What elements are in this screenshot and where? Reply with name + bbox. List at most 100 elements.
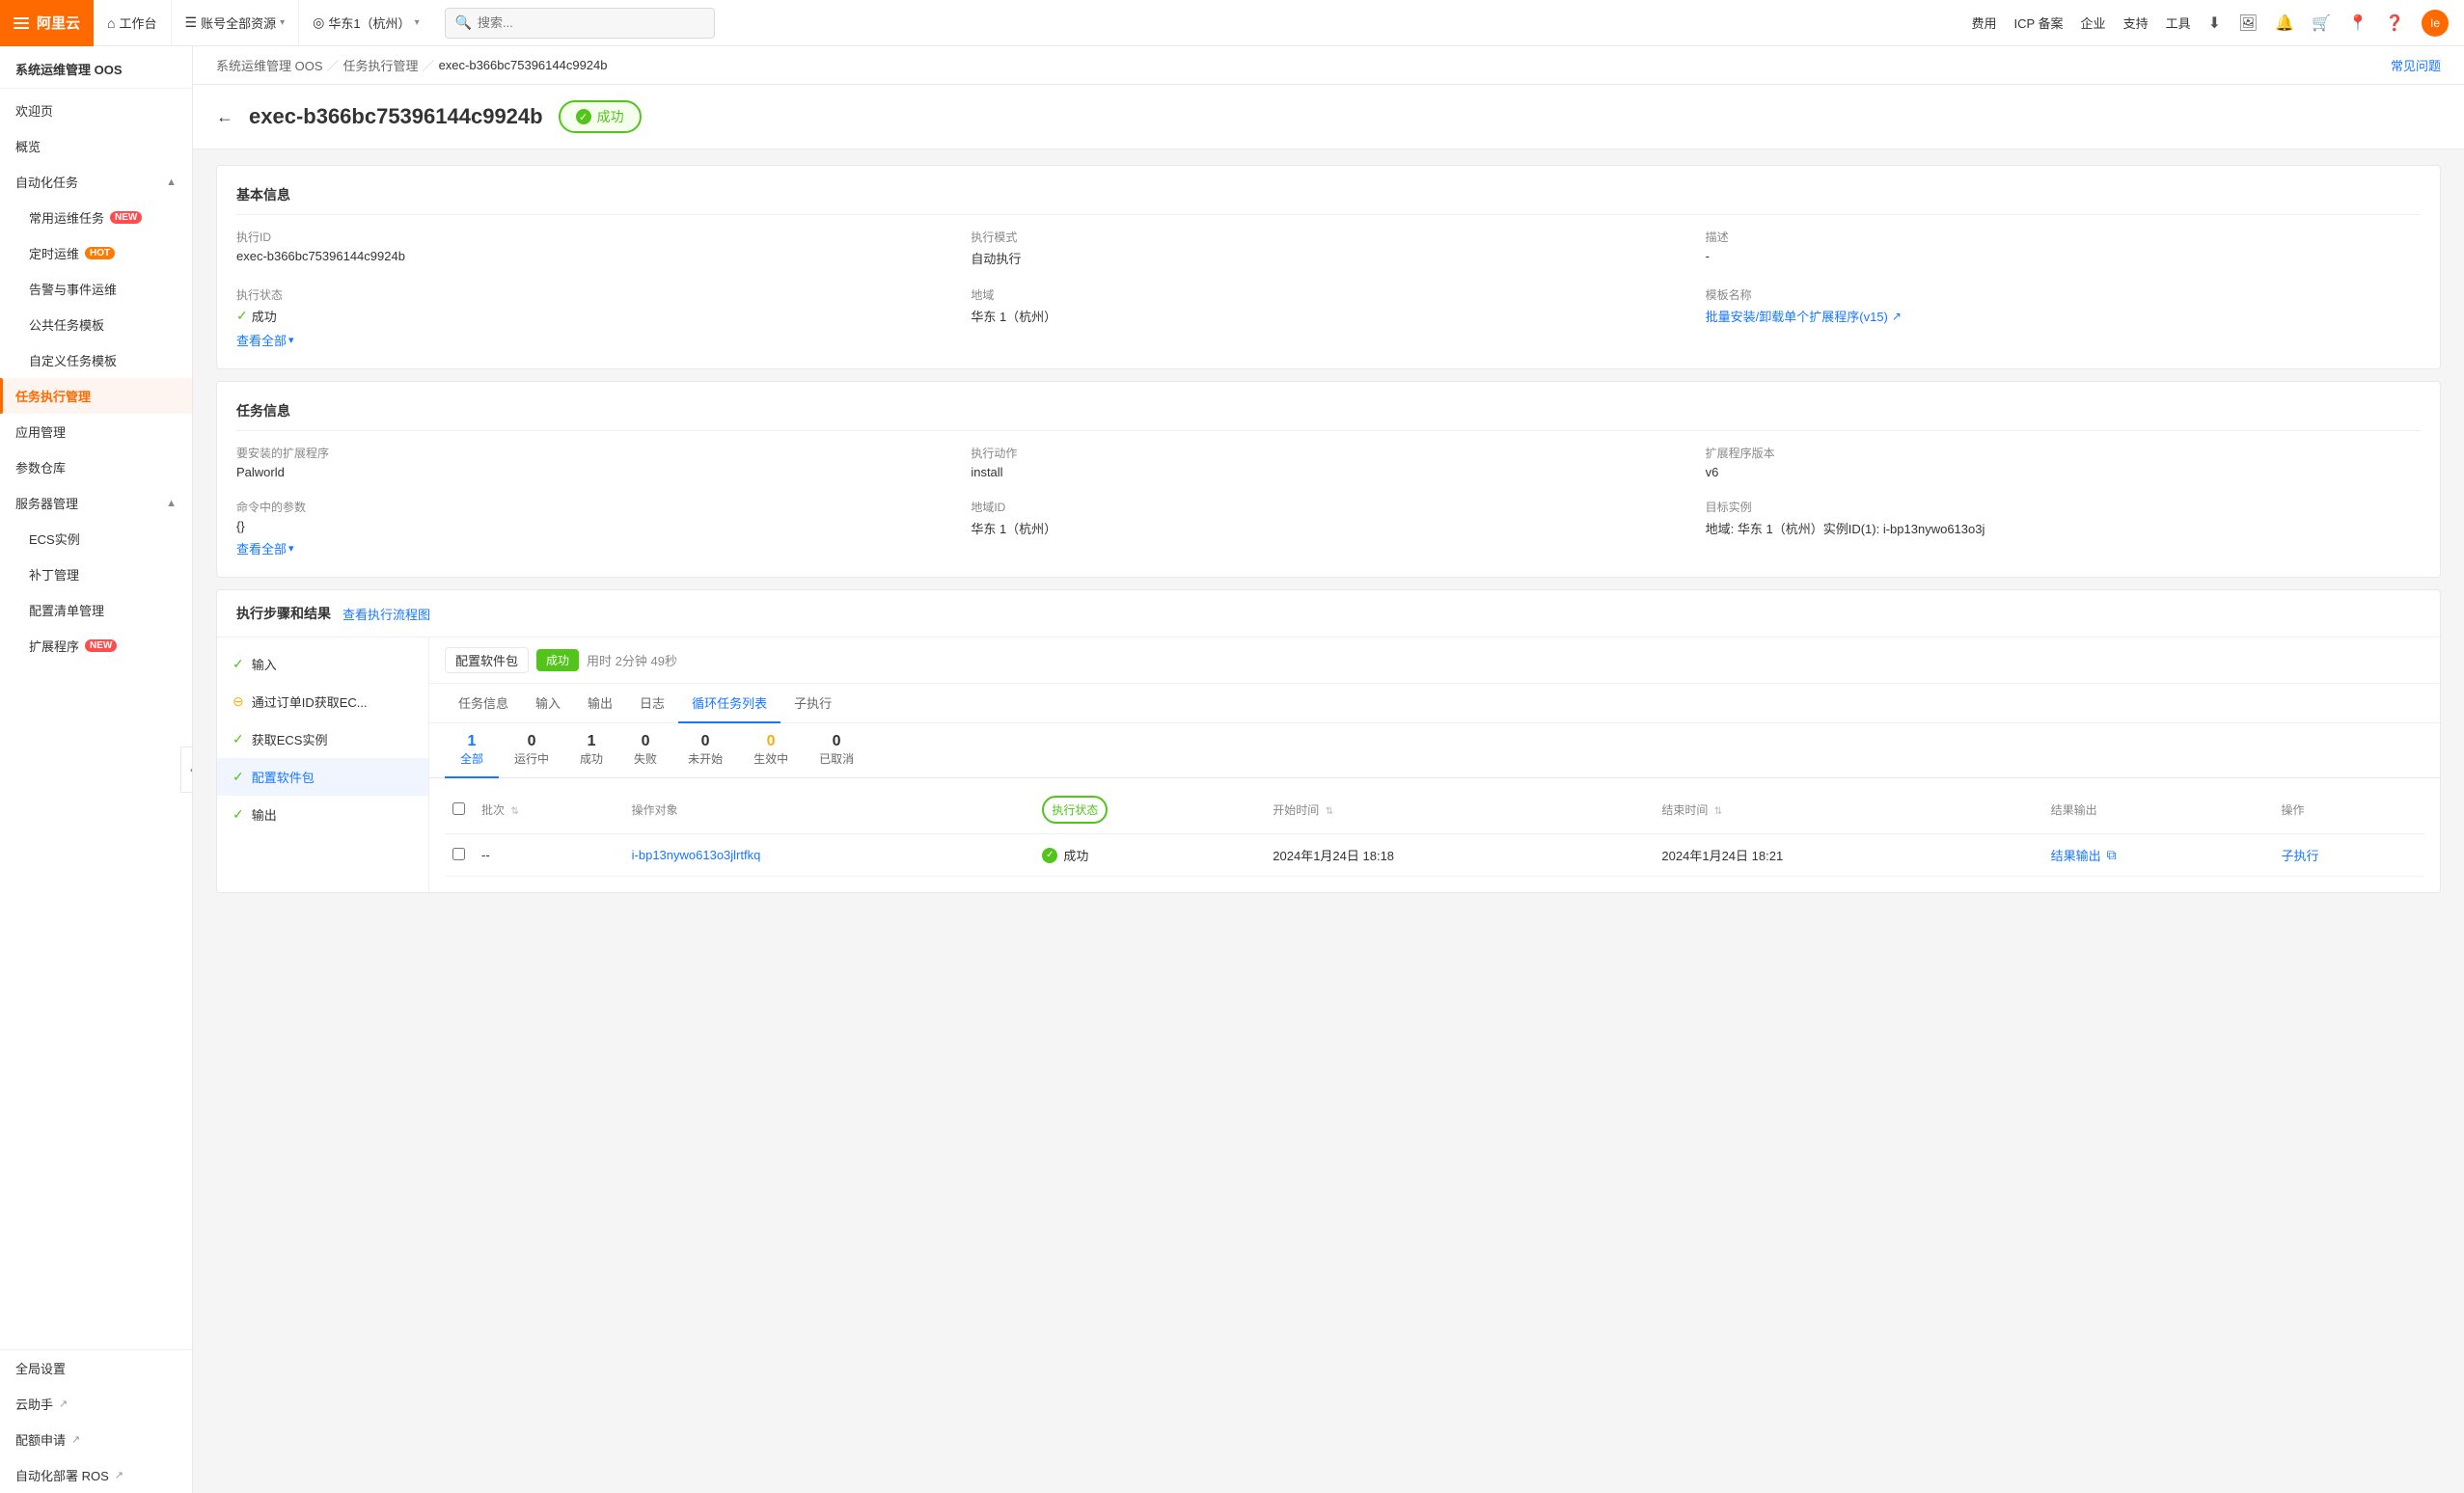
sidebar-item-custom-templates[interactable]: 自定义任务模板 <box>0 342 192 378</box>
sidebar-item-public-templates[interactable]: 公共任务模板 <box>0 307 192 342</box>
top-nav-brand[interactable]: 阿里云 <box>0 0 94 46</box>
sidebar-item-extensions[interactable]: 扩展程序 NEW <box>0 628 192 664</box>
sidebar-item-global-settings[interactable]: 全局设置 <box>0 1350 192 1386</box>
sidebar-label-patch: 补丁管理 <box>29 565 79 584</box>
field-label-desc: 描述 <box>1706 229 2421 245</box>
task-view-all-link[interactable]: 查看全部 ▾ <box>236 539 951 557</box>
download-icon[interactable]: ⬇ <box>2208 14 2221 33</box>
tab-log[interactable]: 日志 <box>626 684 678 723</box>
enterprise-nav-item[interactable]: 企业 <box>2081 14 2106 32</box>
workbench-label: 工作台 <box>119 14 156 32</box>
search-input[interactable] <box>478 15 704 30</box>
page-title: exec-b366bc75396144c9924b <box>249 104 543 129</box>
copy-icon[interactable]: ⧉ <box>2107 847 2117 863</box>
sidebar-item-timed-ops[interactable]: 定时运维 HOT <box>0 235 192 271</box>
back-button[interactable]: ← <box>216 107 233 127</box>
step-success-icon-2: ✓ <box>233 731 244 747</box>
sidebar-item-auto-deploy[interactable]: 自动化部署 ROS ↗ <box>0 1457 192 1493</box>
task-info-card: 任务信息 要安装的扩展程序 Palworld 执行动作 install 扩展程序… <box>216 381 2441 578</box>
field-label-region: 地域 <box>971 286 1685 303</box>
filter-tabs-row: 1 全部 0 运行中 1 成功 <box>429 723 2440 778</box>
filter-tab-success[interactable]: 1 成功 <box>564 733 618 778</box>
filter-tab-not-started[interactable]: 0 未开始 <box>672 733 738 778</box>
pkg-tag: 配置软件包 <box>445 647 529 673</box>
breadcrumb-right-text[interactable]: 常见问题 <box>2391 56 2441 74</box>
target-link[interactable]: i-bp13nywo613o3jlrtfkq <box>632 848 761 862</box>
notification-icon[interactable]: 🔔 <box>2275 14 2294 33</box>
sidebar-item-app-mgmt[interactable]: 应用管理 <box>0 414 192 449</box>
breadcrumb-bar: 系统运维管理 OOS ／ 任务执行管理 ／ exec-b366bc7539614… <box>193 46 2464 85</box>
sidebar-item-welcome[interactable]: 欢迎页 <box>0 93 192 128</box>
sidebar-item-common-ops[interactable]: 常用运维任务 NEW <box>0 200 192 235</box>
status-label: 成功 <box>597 107 624 126</box>
breadcrumb-item-root[interactable]: 系统运维管理 OOS <box>216 56 323 74</box>
sidebar-item-params[interactable]: 参数仓库 <box>0 449 192 485</box>
end-time-sort-icon[interactable]: ⇅ <box>1714 806 1722 817</box>
image-icon[interactable]: 🖼 <box>2238 14 2258 33</box>
field-label-exec-mode: 执行模式 <box>971 229 1685 245</box>
sidebar-item-cloud-assistant[interactable]: 云助手 ↗ <box>0 1386 192 1422</box>
sub-exec-link[interactable]: 子执行 <box>2281 849 2318 863</box>
tab-sub-exec[interactable]: 子执行 <box>780 684 845 723</box>
sidebar-item-patch[interactable]: 补丁管理 <box>0 556 192 592</box>
filter-tab-running[interactable]: 0 运行中 <box>499 733 564 778</box>
sidebar-item-config[interactable]: 配置清单管理 <box>0 592 192 628</box>
step-item-get-ecs[interactable]: ✓ 获取ECS实例 <box>217 720 428 758</box>
region-nav-item[interactable]: ◎ 华东1（杭州） ▾ <box>299 0 432 46</box>
account-nav-item[interactable]: ☰ 账号全部资源 ▾ <box>171 0 300 46</box>
region-label: 华东1（杭州） <box>328 14 410 32</box>
sidebar-item-quota[interactable]: 配额申请 ↗ <box>0 1422 192 1457</box>
step-item-output[interactable]: ✓ 输出 <box>217 796 428 833</box>
filter-tab-cancelled[interactable]: 0 已取消 <box>804 733 869 778</box>
cart-icon[interactable]: 🛒 <box>2312 14 2331 33</box>
workbench-nav-item[interactable]: ⌂ 工作台 <box>94 0 170 46</box>
view-all-link[interactable]: 查看全部 ▾ <box>236 331 951 349</box>
sidebar-item-automation[interactable]: 自动化任务 ▲ <box>0 164 192 200</box>
support-nav-item[interactable]: 支持 <box>2123 14 2149 32</box>
user-avatar[interactable]: Ie <box>2422 10 2449 37</box>
step-item-config-pkg[interactable]: ✓ 配置软件包 <box>217 758 428 796</box>
filter-tab-failed[interactable]: 0 失败 <box>618 733 672 778</box>
step-item-input[interactable]: ✓ 输入 <box>217 645 428 683</box>
icp-nav-item[interactable]: ICP 备案 <box>2013 14 2063 32</box>
row-checkbox[interactable] <box>452 848 465 860</box>
basic-field-region: 地域 华东 1（杭州） <box>971 286 1685 349</box>
status-check-icon: ✓ <box>576 109 591 124</box>
breadcrumb-sep-2: ／ <box>423 56 435 74</box>
location-icon[interactable]: 📍 <box>2348 14 2368 33</box>
hamburger-icon[interactable] <box>14 17 29 29</box>
step-item-order[interactable]: ⊖ 通过订单ID获取EC... <box>217 683 428 720</box>
tab-input[interactable]: 输入 <box>522 684 574 723</box>
field-value-template[interactable]: 批量安装/卸载单个扩展程序(v15) ↗ <box>1706 307 2421 325</box>
sidebar-item-overview[interactable]: 概览 <box>0 128 192 164</box>
tools-nav-item[interactable]: 工具 <box>2166 14 2191 32</box>
filter-tab-active[interactable]: 0 生效中 <box>738 733 804 778</box>
tab-output[interactable]: 输出 <box>574 684 626 723</box>
filter-tab-all[interactable]: 1 全部 <box>445 733 499 778</box>
field-value-region: 华东 1（杭州） <box>971 307 1685 325</box>
search-box[interactable]: 🔍 <box>445 8 715 39</box>
sidebar-item-ecs[interactable]: ECS实例 <box>0 521 192 556</box>
task-field-target-instance: 目标实例 地域: 华东 1（杭州）实例ID(1): i-bp13nywo613o… <box>1706 499 2421 557</box>
filter-count-failed: 0 <box>642 733 650 750</box>
ext-link-icon: ↗ <box>59 1398 68 1410</box>
start-time-sort-icon[interactable]: ⇅ <box>1326 806 1333 817</box>
sidebar-collapse-button[interactable]: ‹ <box>180 746 193 793</box>
sidebar-label-extensions: 扩展程序 <box>29 637 79 655</box>
breadcrumb-item-exec-mgmt[interactable]: 任务执行管理 <box>343 56 419 74</box>
help-icon[interactable]: ❓ <box>2385 14 2404 33</box>
col-batch: 批次 ⇅ <box>474 786 624 834</box>
exec-flow-link[interactable]: 查看执行流程图 <box>342 605 430 623</box>
batch-sort-icon[interactable]: ⇅ <box>510 806 518 817</box>
result-output-label[interactable]: 结果输出 <box>2051 846 2101 864</box>
tab-task-info[interactable]: 任务信息 <box>445 684 522 723</box>
tab-loop-list[interactable]: 循环任务列表 <box>678 684 780 723</box>
fee-nav-item[interactable]: 费用 <box>1971 14 1996 32</box>
sidebar-item-alert-ops[interactable]: 告警与事件运维 <box>0 271 192 307</box>
sidebar-item-task-exec[interactable]: 任务执行管理 <box>0 378 192 414</box>
quota-label: 配额申请 <box>15 1430 66 1449</box>
sidebar-item-server-mgmt[interactable]: 服务器管理 ▲ <box>0 485 192 521</box>
row-end-time-cell: 2024年1月24日 18:21 <box>1654 834 2042 877</box>
col-action: 操作 <box>2273 786 2424 834</box>
select-all-checkbox[interactable] <box>452 802 465 815</box>
